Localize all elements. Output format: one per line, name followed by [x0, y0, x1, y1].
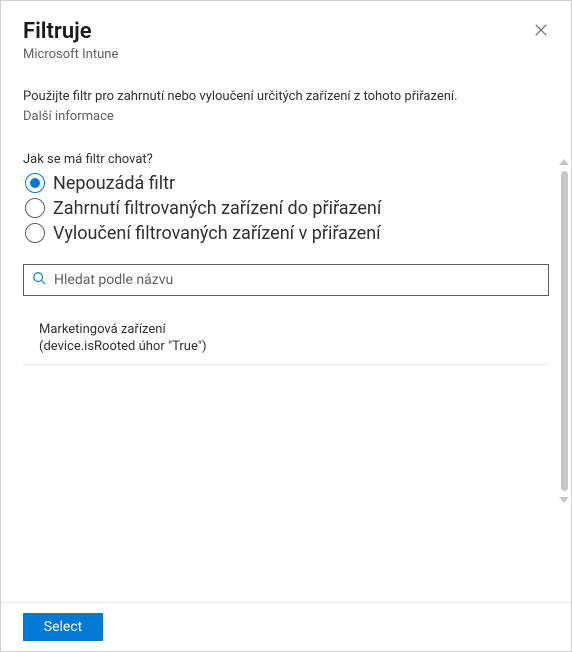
filter-list: Marketingová zařízení (device.isRooted ú… — [23, 312, 549, 365]
radio-icon — [25, 198, 45, 218]
filter-name: Marketingová zařízení — [39, 322, 541, 337]
radio-option-exclude[interactable]: Vyloučení filtrovaných zařízení v přiřaz… — [25, 221, 549, 246]
panel-title: Filtruje — [23, 19, 549, 45]
radio-label: Nepouzádá filtr — [53, 173, 175, 194]
description-text: Použijte filtr pro zahrnutí nebo vylouče… — [23, 88, 549, 106]
radio-label: Zahrnutí filtrovaných zařízení do přiřaz… — [53, 198, 381, 219]
scrollbar-arrow-down-icon[interactable] — [559, 497, 569, 503]
more-info-link[interactable]: Další informace — [23, 109, 549, 124]
radio-label: Vyloučení filtrovaných zařízení v přiřaz… — [53, 223, 381, 244]
close-button[interactable] — [529, 19, 553, 43]
panel-footer: Select — [1, 602, 571, 651]
scrollbar-arrow-up-icon[interactable] — [559, 159, 569, 165]
filter-panel: Filtruje Microsoft Intune Použijte filtr… — [1, 1, 571, 651]
scrollbar-thumb[interactable] — [561, 171, 568, 491]
radio-icon — [25, 223, 45, 243]
filter-rule: (device.isRooted úhor "True") — [39, 339, 541, 354]
panel-content: Použijte filtr pro zahrnutí nebo vylouče… — [1, 68, 571, 602]
radio-icon — [25, 173, 45, 193]
radio-option-include[interactable]: Zahrnutí filtrovaných zařízení do přiřaz… — [25, 196, 549, 221]
radio-option-none[interactable]: Nepouzádá filtr — [25, 171, 549, 196]
behavior-radio-group: Nepouzádá filtr Zahrnutí filtrovaných za… — [25, 171, 549, 246]
select-button[interactable]: Select — [23, 613, 103, 641]
search-field[interactable] — [23, 264, 549, 296]
search-icon — [32, 270, 46, 289]
search-input[interactable] — [52, 271, 540, 289]
panel-subtitle: Microsoft Intune — [23, 47, 549, 62]
list-item[interactable]: Marketingová zařízení (device.isRooted ú… — [23, 312, 549, 365]
panel-header: Filtruje Microsoft Intune — [1, 1, 571, 68]
close-icon — [534, 22, 548, 41]
behavior-question: Jak se má filtr chovat? — [23, 152, 549, 167]
